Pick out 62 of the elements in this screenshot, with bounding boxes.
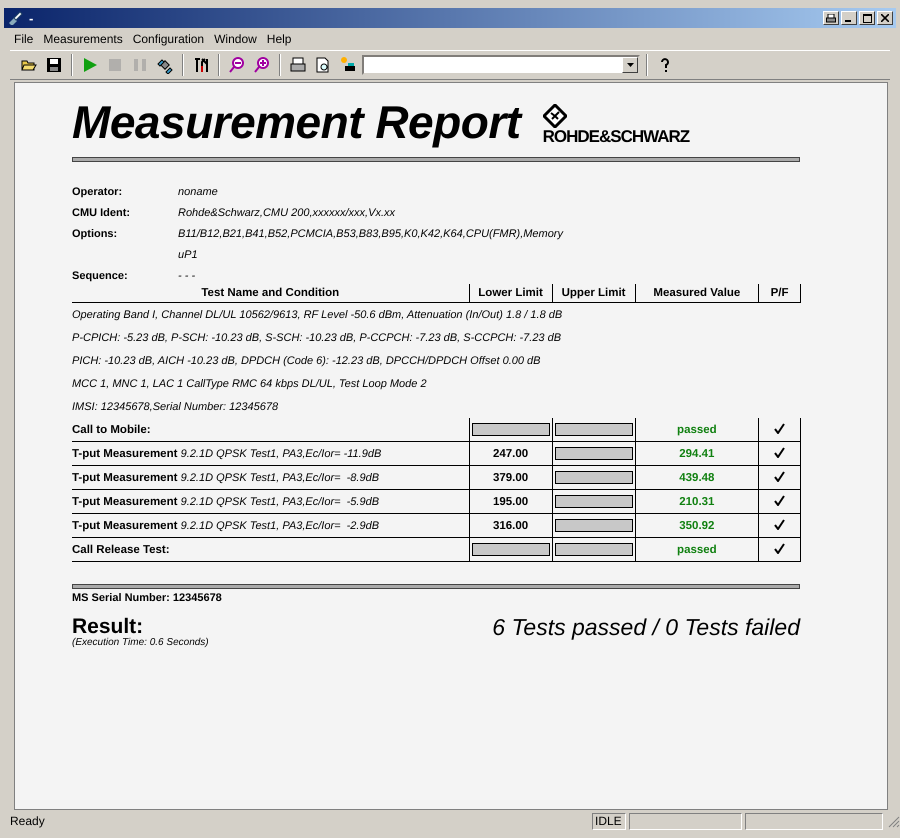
- lower-limit: 316.00: [492, 520, 528, 532]
- info-label: Sequence:: [72, 270, 129, 282]
- info-value: B11/B12,B21,B41,B52,PCMCIA,B53,B83,B95,K0,K42,K64,CPU(FMR),Memory: [178, 228, 564, 240]
- maximize-icon: [862, 14, 872, 22]
- result-label: Result:: [72, 616, 144, 637]
- measured-value: passed: [677, 424, 717, 436]
- lower-limit: 195.00: [492, 496, 528, 508]
- result-summary: 6 Tests passed / 0 Tests failed: [492, 614, 800, 642]
- resize-grip-icon: [886, 814, 900, 828]
- info-value: uP1: [178, 249, 199, 261]
- column-header: Measured Value: [635, 284, 759, 302]
- test-name-cell: T-put Measurement 9.2.1D QPSK Test1, PA3,Ec/Ior= -8.9dB: [72, 466, 470, 490]
- report-title: Measurement Report: [72, 99, 521, 145]
- info-label: CMU Ident:: [72, 207, 132, 219]
- measured-value: 294.41: [679, 448, 714, 460]
- logo-text: ROHDE&SCHWARZ: [542, 128, 690, 145]
- diamond-logo-icon: [542, 104, 567, 128]
- status-pane: IDLE: [592, 812, 626, 830]
- condition-text: IMSI: 12345678,Serial Number: 12345678: [72, 401, 278, 413]
- close-button[interactable]: [877, 11, 893, 25]
- printer-icon: [826, 14, 836, 22]
- test-name-cell: T-put Measurement 9.2.1D QPSK Test1, PA3,Ec/Ior= -5.9dB: [72, 490, 470, 514]
- measured-value: passed: [677, 544, 717, 556]
- measured-value: 439.48: [679, 472, 714, 484]
- maximize-button[interactable]: [859, 11, 875, 25]
- condition-text: Operating Band I, Channel DL/UL 10562/9613, RF Level -50.6 dBm, Attenuation (In/Out) 1.8 / 1.8 dB: [72, 309, 562, 321]
- status-message: Ready: [10, 814, 46, 828]
- measured-value: 350.92: [679, 520, 714, 532]
- print-window-button[interactable]: [823, 11, 839, 25]
- serial-number: MS Serial Number: 12345678: [72, 592, 223, 604]
- measured-value: 210.31: [679, 496, 714, 508]
- dropdown-field[interactable]: [362, 55, 640, 75]
- minimize-button[interactable]: [841, 11, 857, 25]
- window-title: -: [29, 10, 34, 26]
- execution-time: (Execution Time: 0.6 Seconds): [72, 637, 209, 648]
- column-header: Test Name and Condition: [72, 284, 470, 302]
- app-icon: [7, 11, 23, 25]
- menu-item[interactable]: Measurements: [39, 32, 127, 46]
- test-name-cell: T-put Measurement 9.2.1D QPSK Test1, PA3,Ec/Ior= -11.9dB: [72, 442, 470, 466]
- dropdown-arrow-button[interactable]: [622, 57, 638, 73]
- menu-item[interactable]: File: [10, 32, 38, 46]
- close-icon: [881, 14, 889, 22]
- condition-text: MCC 1, MNC 1, LAC 1 CallType RMC 64 kbps DL/UL, Test Loop Mode 2: [72, 378, 427, 390]
- info-value: noname: [178, 186, 219, 198]
- lower-limit: 247.00: [492, 448, 528, 460]
- caret-icon: [626, 63, 634, 67]
- column-header: Upper Limit: [552, 284, 636, 302]
- test-name-cell: T-put Measurement 9.2.1D QPSK Test1, PA3,Ec/Ior= -2.9dB: [72, 514, 470, 538]
- menu-item[interactable]: Configuration: [128, 32, 208, 46]
- column-header: P/F: [758, 284, 800, 302]
- condition-text: P-CPICH: -5.23 dB, P-SCH: -10.23 dB, S-SCH: -10.23 dB, P-CCPCH: -7.23 dB, S-CCPCH: -7.23 dB: [72, 332, 562, 344]
- test-name-cell: Call Release Test:: [72, 538, 470, 562]
- info-value: Rohde&Schwarz,CMU 200,xxxxxx/xxx,Vx.xx: [178, 207, 396, 219]
- lower-limit: 379.00: [492, 472, 528, 484]
- menu-item[interactable]: Window: [210, 32, 261, 46]
- menu-item[interactable]: Help: [262, 32, 296, 46]
- condition-text: PICH: -10.23 dB, AICH -10.23 dB, DPDCH (Code 6): -12.23 dB, DPCCH/DPDCH Offset 0.00 dB: [72, 355, 540, 367]
- column-header: Lower Limit: [469, 284, 552, 302]
- test-name-cell: Call to Mobile:: [72, 418, 470, 442]
- info-label: Operator:: [72, 186, 124, 198]
- info-value: - - -: [178, 270, 196, 282]
- info-label: Options:: [72, 228, 118, 240]
